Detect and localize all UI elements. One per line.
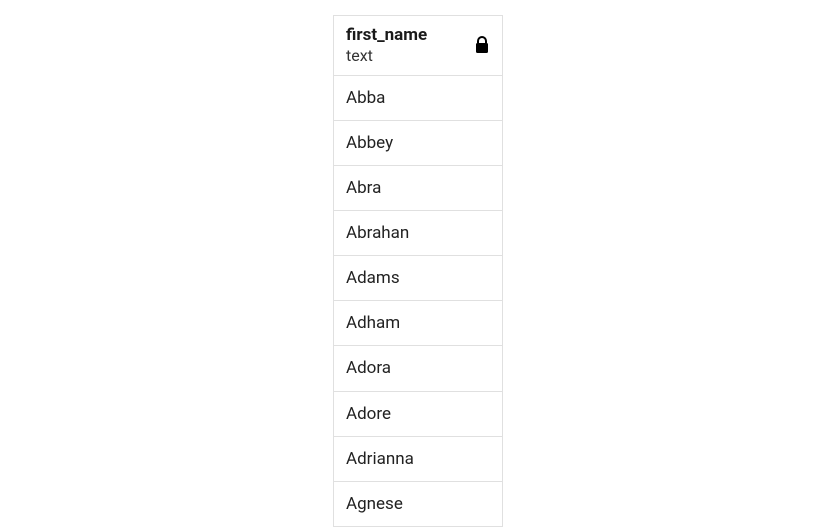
table-cell[interactable]: Adrianna — [334, 437, 502, 482]
data-column: first_name text AbbaAbbeyAbraAbrahanAdam… — [333, 15, 503, 527]
table-cell[interactable]: Abba — [334, 76, 502, 121]
table-cell[interactable]: Adham — [334, 301, 502, 346]
column-name: first_name — [346, 24, 427, 46]
lock-icon — [474, 36, 490, 54]
column-body: AbbaAbbeyAbraAbrahanAdamsAdhamAdoraAdore… — [334, 76, 502, 526]
table-cell[interactable]: Abra — [334, 166, 502, 211]
column-header[interactable]: first_name text — [334, 16, 502, 76]
table-cell[interactable]: Adora — [334, 346, 502, 391]
table-cell[interactable]: Abrahan — [334, 211, 502, 256]
table-cell[interactable]: Agnese — [334, 482, 502, 526]
table-cell[interactable]: Adore — [334, 392, 502, 437]
column-type: text — [346, 46, 427, 67]
column-header-text: first_name text — [346, 24, 427, 67]
table-cell[interactable]: Adams — [334, 256, 502, 301]
table-cell[interactable]: Abbey — [334, 121, 502, 166]
